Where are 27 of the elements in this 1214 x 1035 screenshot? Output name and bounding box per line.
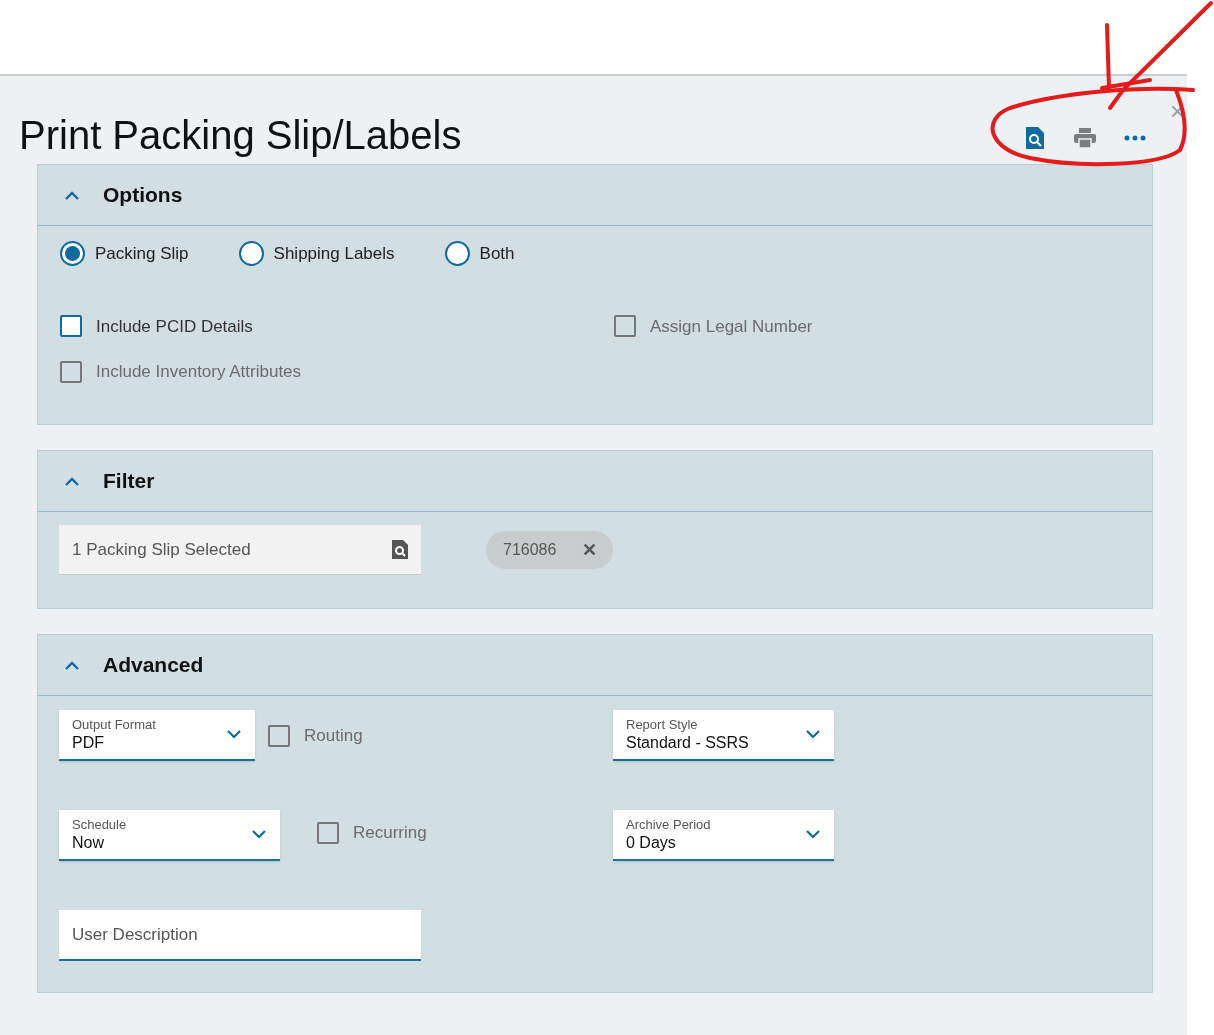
radio-button[interactable] bbox=[238, 241, 264, 267]
radio-option[interactable]: Shipping Labels bbox=[238, 241, 395, 267]
chevron-down-icon bbox=[806, 730, 820, 739]
radio-button[interactable] bbox=[444, 241, 470, 267]
preview-icon[interactable] bbox=[1023, 126, 1047, 150]
text-field[interactable]: User Description bbox=[59, 910, 421, 961]
checkbox[interactable] bbox=[60, 315, 82, 338]
checkbox-field[interactable]: Include PCID Details bbox=[60, 313, 614, 339]
dropdown-field[interactable]: Schedule Now bbox=[59, 810, 280, 861]
selected-tag: 716086 ✕ bbox=[486, 531, 614, 569]
section-header[interactable]: Options bbox=[38, 165, 1152, 226]
dropdown-field[interactable]: Report Style Standard - SSRS bbox=[613, 710, 834, 761]
chevron-down-icon bbox=[806, 830, 820, 839]
lookup-field[interactable]: 1 Packing Slip Selected bbox=[59, 525, 421, 575]
chevron-down-icon bbox=[252, 830, 266, 839]
search-icon[interactable] bbox=[392, 540, 408, 559]
radio-option[interactable]: Packing Slip bbox=[60, 241, 189, 267]
dropdown-field[interactable]: Archive Period 0 Days bbox=[613, 810, 834, 861]
remove-button[interactable]: ✕ bbox=[582, 541, 598, 559]
print-icon[interactable] bbox=[1073, 126, 1097, 150]
section-header[interactable]: Filter bbox=[38, 451, 1152, 512]
radio-option[interactable]: Both bbox=[444, 241, 515, 267]
section-header[interactable]: Advanced bbox=[38, 635, 1152, 696]
dropdown-field[interactable]: Output Format PDF bbox=[59, 710, 255, 761]
chevron-down-icon bbox=[227, 730, 241, 739]
page-title: Print Packing Slip/Labels bbox=[19, 115, 462, 155]
radio-button[interactable] bbox=[60, 241, 85, 267]
